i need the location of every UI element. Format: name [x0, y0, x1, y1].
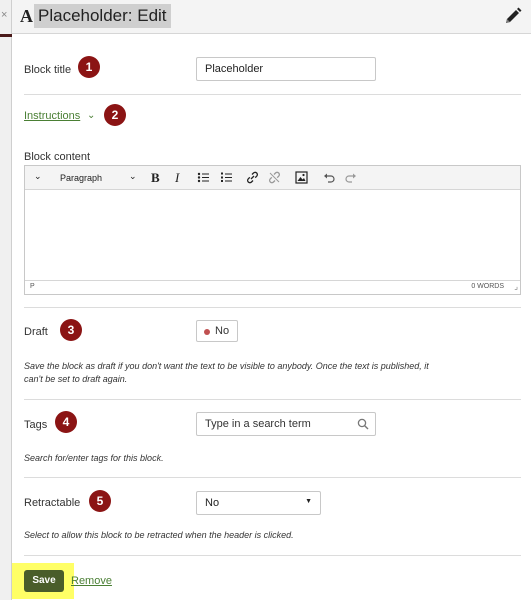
callout-marker-3: 3 — [60, 319, 82, 341]
callout-marker-1: 1 — [78, 56, 100, 78]
draft-hint-line1: Save the block as draft if you don't wan… — [24, 361, 429, 371]
dialog-header: A Placeholder: Edit — [12, 0, 531, 34]
paragraph-dropdown-chevron-icon[interactable]: ⌄ — [129, 171, 137, 182]
tags-search-input[interactable]: Type in a search term — [196, 412, 376, 436]
save-button[interactable]: Save — [24, 570, 64, 592]
close-icon[interactable]: × — [1, 9, 7, 21]
callout-marker-2: 2 — [104, 104, 126, 126]
unlink-icon[interactable] — [268, 171, 281, 184]
rich-text-editor: ⌄ Paragraph ⌄ B I P 0 WORDS ⌟ — [24, 165, 521, 295]
block-title-input[interactable]: Placeholder — [196, 57, 376, 81]
status-dot-icon — [204, 329, 210, 335]
element-path: P — [30, 283, 35, 290]
tags-label: Tags — [24, 419, 48, 431]
search-icon[interactable] — [357, 418, 369, 430]
draft-toggle[interactable]: No — [196, 320, 238, 342]
draft-label: Draft — [24, 326, 48, 338]
retractable-select-value: No — [205, 497, 220, 509]
retractable-label: Retractable — [24, 497, 81, 509]
editor-content-area[interactable] — [25, 190, 520, 282]
tags-hint: Search for/enter tags for this block. — [24, 453, 164, 463]
numbered-list-icon[interactable] — [220, 172, 232, 183]
left-strip: × — [0, 0, 12, 600]
image-icon[interactable] — [295, 171, 308, 184]
resize-handle-icon[interactable]: ⌟ — [514, 282, 518, 291]
chevron-down-icon[interactable]: ⌄ — [87, 110, 95, 121]
divider — [24, 555, 521, 556]
page-title: Placeholder: Edit — [34, 4, 171, 28]
draft-hint-line2: can't be set to draft again. — [24, 374, 128, 384]
instructions-toggle[interactable]: Instructions — [24, 110, 80, 122]
redo-icon[interactable] — [345, 172, 357, 183]
divider — [24, 477, 521, 478]
link-icon[interactable] — [246, 171, 259, 184]
editor-statusbar: P 0 WORDS ⌟ — [25, 280, 520, 294]
editor-toolbar: ⌄ Paragraph ⌄ B I — [25, 166, 520, 190]
retractable-hint: Select to allow this block to be retract… — [24, 530, 294, 540]
word-count: 0 WORDS — [471, 283, 504, 290]
pencil-icon[interactable] — [503, 6, 523, 26]
accent-bar — [0, 34, 12, 37]
divider — [24, 307, 521, 308]
caret-down-icon: ▼ — [305, 498, 312, 505]
retractable-select[interactable]: No ▼ — [196, 491, 321, 515]
divider — [24, 94, 521, 95]
callout-marker-5: 5 — [89, 490, 111, 512]
block-title-label: Block title — [24, 64, 72, 76]
bold-button[interactable]: B — [151, 170, 160, 186]
divider — [24, 399, 521, 400]
block-content-label: Block content — [24, 151, 91, 163]
bullet-list-icon[interactable] — [197, 172, 209, 183]
italic-button[interactable]: I — [175, 170, 179, 186]
draft-toggle-value: No — [215, 325, 230, 337]
paragraph-format-dropdown[interactable]: Paragraph — [60, 173, 102, 183]
remove-link[interactable]: Remove — [71, 575, 112, 587]
text-block-icon: A — [20, 6, 33, 26]
undo-icon[interactable] — [323, 172, 335, 183]
toolbar-toggle-icon[interactable]: ⌄ — [34, 171, 42, 182]
callout-marker-4: 4 — [55, 411, 77, 433]
